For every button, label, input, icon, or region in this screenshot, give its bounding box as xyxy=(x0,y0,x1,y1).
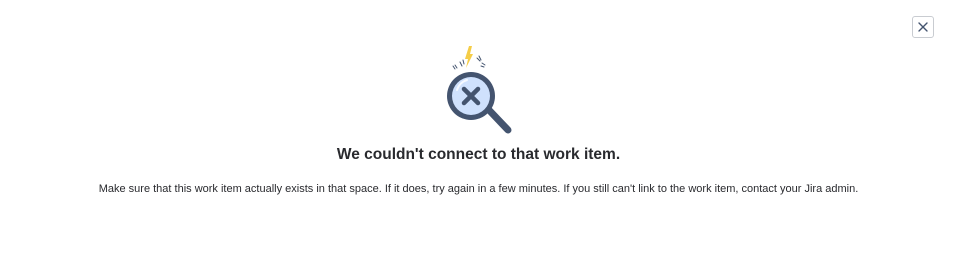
close-icon xyxy=(918,22,928,32)
search-error-magnifier-icon xyxy=(437,42,517,138)
error-dialog: We couldn't connect to that work item. M… xyxy=(0,0,957,265)
error-message: Make sure that this work item actually e… xyxy=(98,183,859,195)
close-button[interactable] xyxy=(912,16,934,38)
error-heading: We couldn't connect to that work item. xyxy=(336,146,621,163)
